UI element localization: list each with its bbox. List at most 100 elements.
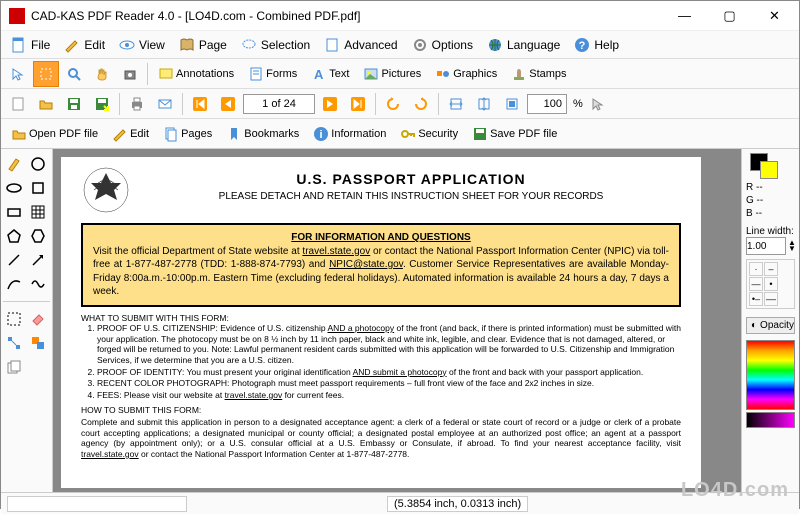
eraser-tool[interactable] [27,308,49,330]
hexagon-tool[interactable] [27,225,49,247]
properties-panel: R -- G -- B -- Line width: ▲▼ ·–— ••––– … [741,149,799,492]
tool-tabs: Annotations Forms AText Pictures Graphic… [1,59,799,89]
arrow-tool[interactable] [27,249,49,271]
circle-tool[interactable] [27,153,49,175]
menu-advanced[interactable]: Advanced [318,35,403,55]
pointer-icon[interactable] [585,91,611,117]
graphics-icon [435,66,451,82]
dash-style-grid[interactable]: ·–— ••––– [746,259,795,309]
zoom-field[interactable] [527,94,567,114]
group-tool[interactable] [27,332,49,354]
tab-graphics[interactable]: Graphics [429,61,503,87]
select-tool[interactable] [33,61,59,87]
section-how-to-submit: HOW TO SUBMIT THIS FORM: Complete and su… [81,405,681,460]
zoom-tool[interactable] [61,61,87,87]
doc-subtitle: PLEASE DETACH AND RETAIN THIS INSTRUCTIO… [141,191,681,202]
tab-annotations[interactable]: Annotations [152,61,240,87]
security-button[interactable]: Security [394,121,464,147]
tab-pictures[interactable]: Pictures [357,61,427,87]
document-page: U.S. PASSPORT APPLICATION PLEASE DETACH … [61,157,701,488]
minimize-button[interactable]: — [662,1,707,30]
menu-help[interactable]: ?Help [568,35,625,55]
tab-forms[interactable]: Forms [242,61,303,87]
opacity-button[interactable]: ◐Opacity [746,317,795,334]
line-tool[interactable] [3,249,25,271]
print-button[interactable] [124,91,150,117]
hand-tool[interactable] [89,61,115,87]
marquee-tool[interactable] [3,308,25,330]
pages-icon [163,126,179,142]
copy-tool[interactable] [3,356,25,378]
last-page-button[interactable] [345,91,371,117]
ellipse-tool[interactable] [3,177,25,199]
node-select-tool[interactable] [3,332,25,354]
edit-button[interactable]: Edit [106,121,155,147]
prev-page-button[interactable] [215,91,241,117]
text-icon: A [311,66,327,82]
picture-icon [363,66,379,82]
action-bar: Open PDF file Edit Pages Bookmarks iInfo… [1,119,799,149]
globe-icon [487,37,503,53]
background-swatch[interactable] [760,161,778,179]
rect-tool[interactable] [3,201,25,223]
tab-text[interactable]: AText [305,61,355,87]
hue-slider[interactable] [746,340,795,410]
menu-selection[interactable]: Selection [235,35,316,55]
pencil-icon [64,37,80,53]
grid-tool[interactable] [27,201,49,223]
fit-height-button[interactable] [471,91,497,117]
info-box-title: FOR INFORMATION AND QUESTIONS [93,231,669,245]
save-as-button[interactable] [89,91,115,117]
maximize-button[interactable]: ▢ [707,1,752,30]
snapshot-tool[interactable] [117,61,143,87]
first-page-button[interactable] [187,91,213,117]
menu-file[interactable]: File [5,35,56,55]
svg-text:?: ? [579,40,586,52]
help-icon: ? [574,37,590,53]
open-button[interactable] [33,91,59,117]
save-button[interactable] [61,91,87,117]
information-button[interactable]: iInformation [307,121,392,147]
email-button[interactable] [152,91,178,117]
forms-icon [248,66,264,82]
tab-stamps[interactable]: Stamps [505,61,572,87]
document-viewport[interactable]: U.S. PASSPORT APPLICATION PLEASE DETACH … [53,149,741,492]
us-seal-icon [81,165,131,215]
fit-page-button[interactable] [499,91,525,117]
color-swatches[interactable] [746,153,795,175]
info-box: FOR INFORMATION AND QUESTIONS Visit the … [81,223,681,307]
stamp-icon [511,66,527,82]
rotate-right-button[interactable] [408,91,434,117]
menu-page[interactable]: Page [173,35,233,55]
save-pdf-button[interactable]: Save PDF file [466,121,563,147]
drawing-tools [1,149,53,492]
menu-options[interactable]: Options [406,35,479,55]
section-what-to-submit: WHAT TO SUBMIT WITH THIS FORM: PROOF OF … [81,313,681,401]
bookmarks-button[interactable]: Bookmarks [220,121,305,147]
pen-tool[interactable] [3,153,25,175]
menu-view[interactable]: View [113,35,171,55]
line-width-field[interactable] [746,237,786,255]
svg-text:i: i [320,129,323,141]
info-icon: i [313,126,329,142]
new-button[interactable] [5,91,31,117]
menu-edit[interactable]: Edit [58,35,111,55]
square-tool[interactable] [27,177,49,199]
page-field[interactable] [243,94,315,114]
open-pdf-button[interactable]: Open PDF file [5,121,104,147]
menu-language[interactable]: Language [481,35,566,55]
pentagon-tool[interactable] [3,225,25,247]
fit-width-button[interactable] [443,91,469,117]
shade-slider[interactable] [746,412,795,428]
rotate-left-button[interactable] [380,91,406,117]
app-icon [9,8,25,24]
pages-button[interactable]: Pages [157,121,218,147]
bezier-tool[interactable] [3,273,25,295]
curve-tool[interactable] [27,273,49,295]
page-icon [324,37,340,53]
line-width-spinner[interactable]: ▲▼ [788,240,796,253]
next-page-button[interactable] [317,91,343,117]
close-button[interactable]: ✕ [752,1,797,30]
cursor-tool[interactable] [5,61,31,87]
menu-bar: File Edit View Page Selection Advanced O… [1,31,799,59]
